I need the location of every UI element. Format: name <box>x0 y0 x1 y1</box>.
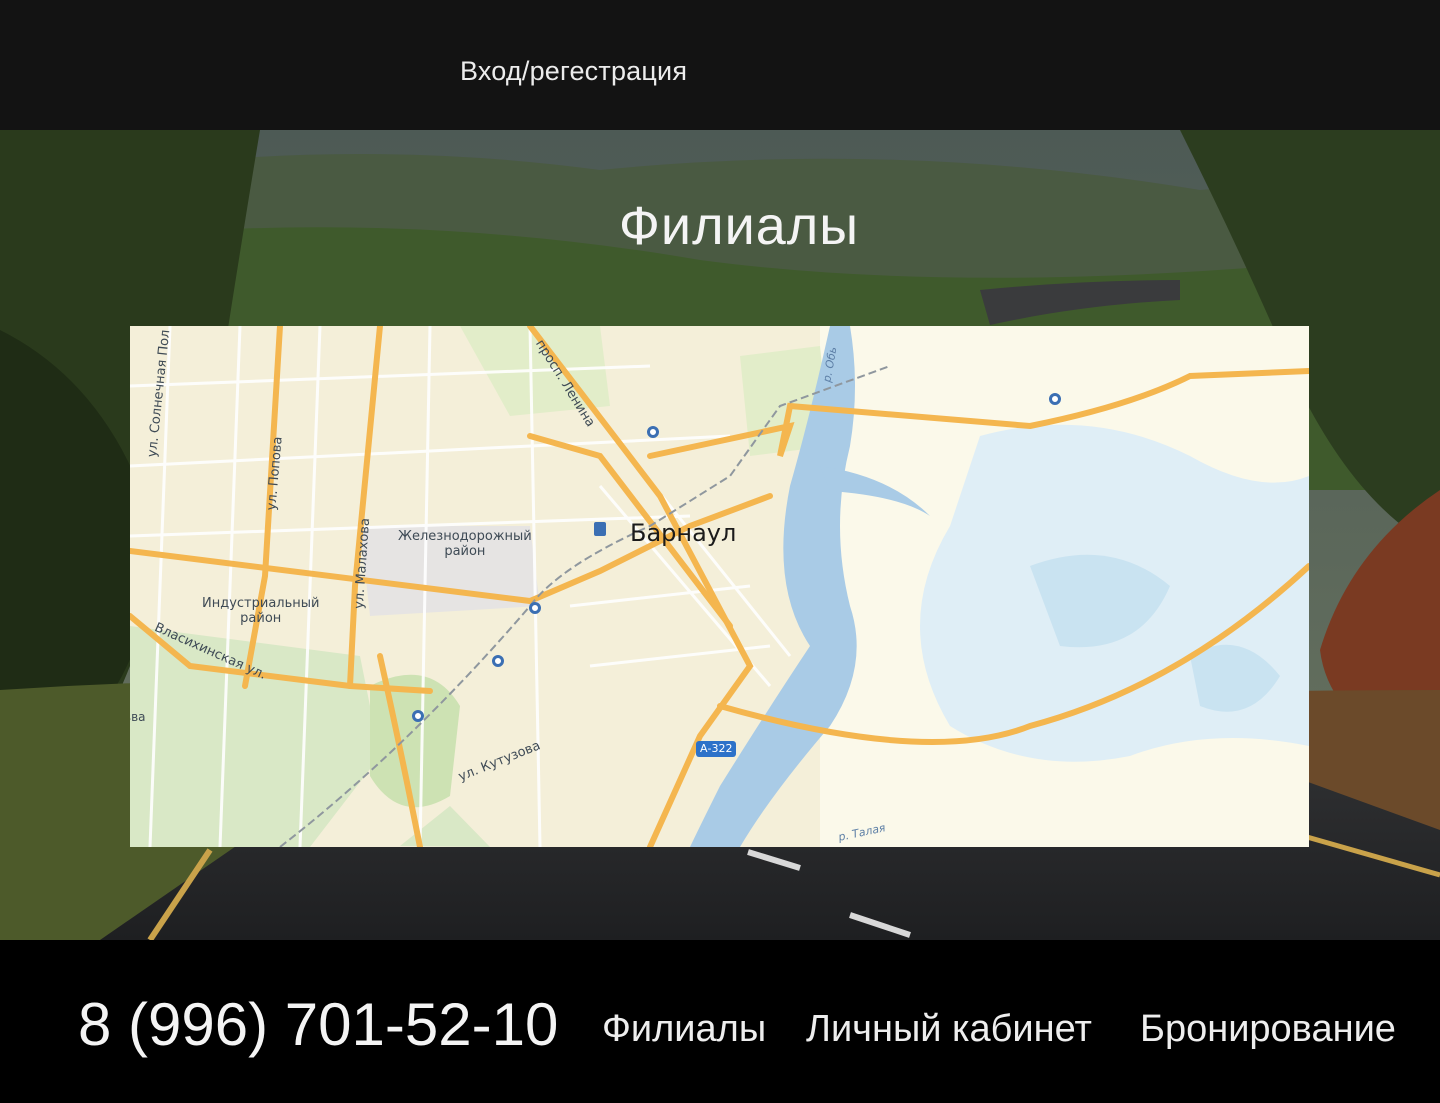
nav-link-booking[interactable]: Бронирование <box>1140 1008 1396 1051</box>
map-canvas[interactable] <box>130 326 1309 847</box>
nav-link-branches[interactable]: Филиалы <box>602 1008 766 1051</box>
page-title: Филиалы <box>618 196 860 256</box>
footer: 8 (996) 701-52-10 Филиалы Личный кабинет… <box>0 940 1440 1103</box>
branches-map[interactable]: Барнаул Железнодорожный район Индустриал… <box>130 326 1309 847</box>
login-register-link[interactable]: Вход/регестрация <box>460 56 687 87</box>
nav-link-account[interactable]: Личный кабинет <box>806 1008 1092 1051</box>
hero-section: Филиалы Барнаул Железнодорожный район Ин… <box>0 130 1440 940</box>
top-bar: Вход/регестрация <box>0 0 1440 130</box>
phone-number: 8 (996) 701-52-10 <box>78 991 559 1058</box>
